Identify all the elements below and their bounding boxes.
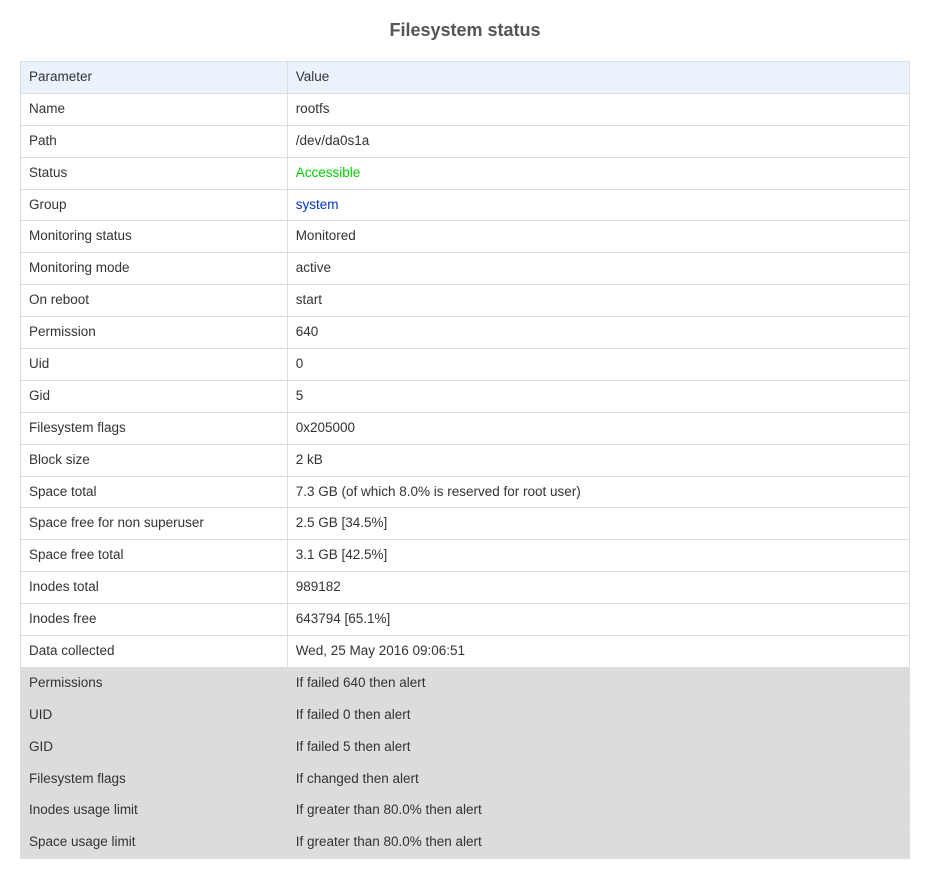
value-cell: If greater than 80.0% then alert xyxy=(287,795,909,827)
table-row: PermissionsIf failed 640 then alert xyxy=(21,667,910,699)
value-cell: 989182 xyxy=(287,572,909,604)
param-cell: GID xyxy=(21,731,288,763)
table-row: Inodes free643794 [65.1%] xyxy=(21,604,910,636)
param-cell: Space usage limit xyxy=(21,827,288,859)
table-row: Namerootfs xyxy=(21,93,910,125)
table-header-row: Parameter Value xyxy=(21,62,910,94)
value-cell: Accessible xyxy=(287,157,909,189)
table-row: UIDIf failed 0 then alert xyxy=(21,699,910,731)
value-cell: If failed 640 then alert xyxy=(287,667,909,699)
table-row: Space total7.3 GB (of which 8.0% is rese… xyxy=(21,476,910,508)
table-row: Space free for non superuser2.5 GB [34.5… xyxy=(21,508,910,540)
value-cell: 3.1 GB [42.5%] xyxy=(287,540,909,572)
table-row: Filesystem flags0x205000 xyxy=(21,412,910,444)
param-cell: Inodes usage limit xyxy=(21,795,288,827)
table-body: NamerootfsPath/dev/da0s1aStatus Accessibl… xyxy=(21,93,910,858)
param-cell: Status xyxy=(21,157,288,189)
param-cell: Space free total xyxy=(21,540,288,572)
table-row: Data collectedWed, 25 May 2016 09:06:51 xyxy=(21,636,910,668)
param-cell: Permissions xyxy=(21,667,288,699)
param-cell: UID xyxy=(21,699,288,731)
table-row: Status Accessible xyxy=(21,157,910,189)
header-parameter: Parameter xyxy=(21,62,288,94)
param-cell: Group xyxy=(21,189,288,221)
table-row: Group system xyxy=(21,189,910,221)
group-link[interactable]: system xyxy=(296,197,339,212)
table-row: Gid5 xyxy=(21,380,910,412)
value-cell: 7.3 GB (of which 8.0% is reserved for ro… xyxy=(287,476,909,508)
value-cell: rootfs xyxy=(287,93,909,125)
table-row: Monitoring modeactive xyxy=(21,253,910,285)
param-cell: Block size xyxy=(21,444,288,476)
header-value: Value xyxy=(287,62,909,94)
param-cell: Uid xyxy=(21,349,288,381)
table-row: Uid0 xyxy=(21,349,910,381)
value-cell: If greater than 80.0% then alert xyxy=(287,827,909,859)
table-row: Block size2 kB xyxy=(21,444,910,476)
status-text: Accessible xyxy=(296,165,361,180)
param-cell: Path xyxy=(21,125,288,157)
param-cell: Permission xyxy=(21,317,288,349)
table-row: Space free total3.1 GB [42.5%] xyxy=(21,540,910,572)
param-cell: Space free for non superuser xyxy=(21,508,288,540)
value-cell: 643794 [65.1%] xyxy=(287,604,909,636)
table-row: Permission640 xyxy=(21,317,910,349)
value-cell: 2.5 GB [34.5%] xyxy=(287,508,909,540)
value-cell: 0x205000 xyxy=(287,412,909,444)
table-row: Inodes total989182 xyxy=(21,572,910,604)
filesystem-status-table: Parameter Value NamerootfsPath/dev/da0s1… xyxy=(20,61,910,859)
value-cell: If failed 5 then alert xyxy=(287,731,909,763)
page-title: Filesystem status xyxy=(20,20,910,41)
value-cell: 640 xyxy=(287,317,909,349)
table-row: GIDIf failed 5 then alert xyxy=(21,731,910,763)
param-cell: Data collected xyxy=(21,636,288,668)
param-cell: Filesystem flags xyxy=(21,763,288,795)
param-cell: Monitoring mode xyxy=(21,253,288,285)
value-cell: If failed 0 then alert xyxy=(287,699,909,731)
value-cell: active xyxy=(287,253,909,285)
table-row: Space usage limitIf greater than 80.0% t… xyxy=(21,827,910,859)
param-cell: Filesystem flags xyxy=(21,412,288,444)
value-cell: Monitored xyxy=(287,221,909,253)
value-cell: 0 xyxy=(287,349,909,381)
value-cell: start xyxy=(287,285,909,317)
value-cell: Wed, 25 May 2016 09:06:51 xyxy=(287,636,909,668)
value-cell: 5 xyxy=(287,380,909,412)
param-cell: Inodes free xyxy=(21,604,288,636)
param-cell: Gid xyxy=(21,380,288,412)
table-row: Filesystem flagsIf changed then alert xyxy=(21,763,910,795)
value-cell: If changed then alert xyxy=(287,763,909,795)
param-cell: Name xyxy=(21,93,288,125)
param-cell: Inodes total xyxy=(21,572,288,604)
value-cell: /dev/da0s1a xyxy=(287,125,909,157)
param-cell: On reboot xyxy=(21,285,288,317)
table-row: On rebootstart xyxy=(21,285,910,317)
table-row: Inodes usage limitIf greater than 80.0% … xyxy=(21,795,910,827)
param-cell: Space total xyxy=(21,476,288,508)
value-cell: system xyxy=(287,189,909,221)
table-row: Path/dev/da0s1a xyxy=(21,125,910,157)
value-cell: 2 kB xyxy=(287,444,909,476)
param-cell: Monitoring status xyxy=(21,221,288,253)
table-row: Monitoring statusMonitored xyxy=(21,221,910,253)
